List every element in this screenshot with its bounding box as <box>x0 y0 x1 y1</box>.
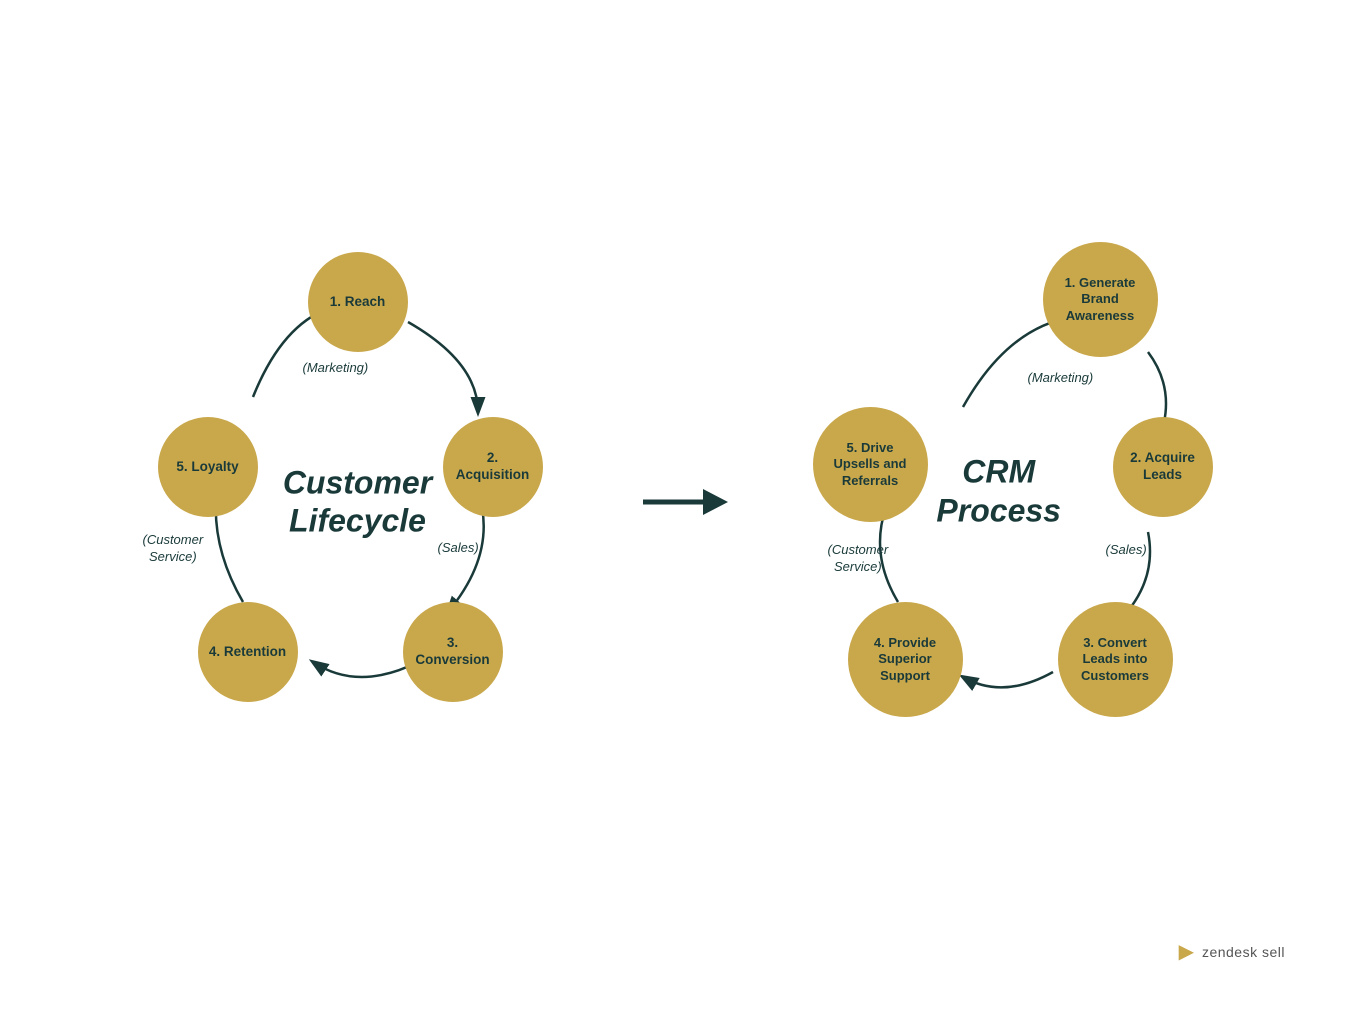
node-loyalty: 5. Loyalty <box>158 417 258 517</box>
node-drive-upsells: 5. DriveUpsells andReferrals <box>813 407 928 522</box>
left-cycle-diagram: 1. Reach 2. Acquisition 3. Conversion 4.… <box>138 232 578 772</box>
node-retention: 4. Retention <box>198 602 298 702</box>
label-sales-right: (Sales) <box>1106 542 1147 559</box>
label-sales-left: (Sales) <box>438 540 479 557</box>
label-marketing-right: (Marketing) <box>1028 370 1094 387</box>
big-arrow-svg <box>638 477 728 527</box>
node-brand-awareness: 1. GenerateBrandAwareness <box>1043 242 1158 357</box>
diagrams-wrapper: 1. Reach 2. Acquisition 3. Conversion 4.… <box>138 232 1228 772</box>
brand-icon: ▶ <box>1179 939 1194 964</box>
main-container: 1. Reach 2. Acquisition 3. Conversion 4.… <box>0 0 1365 1024</box>
node-reach: 1. Reach <box>308 252 408 352</box>
brand-name: zendesk sell <box>1202 944 1285 960</box>
right-cycle-diagram: 1. GenerateBrandAwareness 2. AcquireLead… <box>788 232 1228 772</box>
node-provide-support: 4. ProvideSuperiorSupport <box>848 602 963 717</box>
connecting-arrow <box>638 477 728 527</box>
label-customer-service-left: (CustomerService) <box>143 532 204 566</box>
label-customer-service-right: (CustomerService) <box>828 542 889 576</box>
node-conversion: 3. Conversion <box>403 602 503 702</box>
brand-section: ▶ zendesk sell <box>1179 939 1285 964</box>
node-acquisition: 2. Acquisition <box>443 417 543 517</box>
node-convert-leads: 3. ConvertLeads intoCustomers <box>1058 602 1173 717</box>
node-acquire-leads: 2. AcquireLeads <box>1113 417 1213 517</box>
label-marketing-left: (Marketing) <box>303 360 369 377</box>
